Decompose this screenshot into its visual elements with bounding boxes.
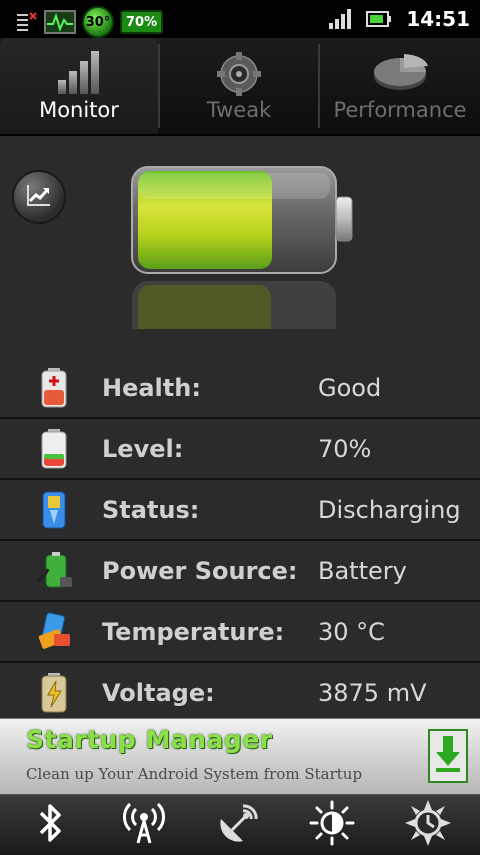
wifi-icon bbox=[122, 801, 166, 849]
battery-icon bbox=[366, 10, 392, 28]
gps-icon bbox=[215, 801, 261, 849]
list-item: Health: Good bbox=[0, 358, 480, 419]
tab-monitor[interactable]: Monitor bbox=[0, 38, 158, 134]
signal-icon bbox=[328, 9, 352, 29]
tab-label: Tweak bbox=[206, 98, 272, 122]
tab-tweak[interactable]: Tweak bbox=[160, 38, 318, 134]
battery-graphic bbox=[130, 165, 360, 279]
tab-performance[interactable]: Performance bbox=[320, 38, 480, 134]
info-value: Battery bbox=[318, 557, 407, 585]
info-value: 3875 mV bbox=[318, 679, 427, 707]
info-label: Power Source: bbox=[102, 557, 298, 585]
notification-icon bbox=[16, 11, 38, 33]
download-button[interactable] bbox=[428, 729, 468, 783]
battery-health-icon bbox=[36, 368, 72, 408]
info-label: Level: bbox=[102, 435, 184, 463]
list-item: Voltage: 3875 mV bbox=[0, 663, 480, 724]
timeout-toggle[interactable] bbox=[398, 798, 458, 852]
battery-percent-badge: 70% bbox=[120, 10, 164, 34]
wifi-toggle[interactable] bbox=[114, 801, 174, 849]
temperature-icon bbox=[36, 612, 72, 652]
info-value: 70% bbox=[318, 435, 372, 463]
brightness-icon bbox=[309, 800, 355, 850]
info-label: Health: bbox=[102, 374, 201, 402]
info-value: 30 °C bbox=[318, 618, 385, 646]
list-item: Power Source: Battery bbox=[0, 541, 480, 602]
tab-bar: Monitor Tweak Performance bbox=[0, 38, 480, 136]
list-item: Status: Discharging bbox=[0, 480, 480, 541]
status-bar: 30° 70% 14:51 bbox=[0, 0, 480, 38]
download-icon bbox=[434, 734, 462, 778]
battery-status-icon bbox=[36, 490, 72, 530]
list-item: Temperature: 30 °C bbox=[0, 602, 480, 663]
power-toggle-bar bbox=[0, 794, 480, 855]
info-value: Good bbox=[318, 374, 382, 402]
voltage-icon bbox=[36, 673, 72, 713]
list-item: Level: 70% bbox=[0, 419, 480, 480]
battery-reflection bbox=[130, 275, 360, 387]
battery-level-icon bbox=[36, 429, 72, 469]
tab-label: Performance bbox=[333, 98, 467, 122]
ad-title: Startup Manager bbox=[26, 725, 273, 754]
pulse-monitor-icon bbox=[44, 10, 76, 34]
info-label: Status: bbox=[102, 496, 200, 524]
signal-bars-icon bbox=[54, 50, 104, 98]
clock: 14:51 bbox=[406, 7, 470, 31]
ad-banner[interactable]: Startup Manager Clean up Your Android Sy… bbox=[0, 718, 480, 795]
power-source-icon bbox=[36, 551, 72, 591]
timeout-icon bbox=[403, 798, 453, 852]
pie-chart-icon bbox=[370, 50, 430, 98]
info-label: Temperature: bbox=[102, 618, 285, 646]
chart-button[interactable] bbox=[12, 170, 66, 224]
info-value: Discharging bbox=[318, 496, 461, 524]
bluetooth-toggle[interactable] bbox=[20, 801, 80, 849]
battery-info-list: Health: Good Level: 70% Status: Discharg… bbox=[0, 358, 480, 724]
tab-label: Monitor bbox=[39, 98, 119, 122]
gps-toggle[interactable] bbox=[208, 801, 268, 849]
temperature-badge: 30° bbox=[82, 6, 114, 38]
trend-chart-icon bbox=[24, 180, 54, 214]
info-label: Voltage: bbox=[102, 679, 215, 707]
bluetooth-icon bbox=[35, 801, 65, 849]
gear-icon bbox=[211, 50, 267, 102]
brightness-toggle[interactable] bbox=[302, 800, 362, 850]
ad-subtitle: Clean up Your Android System from Startu… bbox=[26, 765, 363, 783]
